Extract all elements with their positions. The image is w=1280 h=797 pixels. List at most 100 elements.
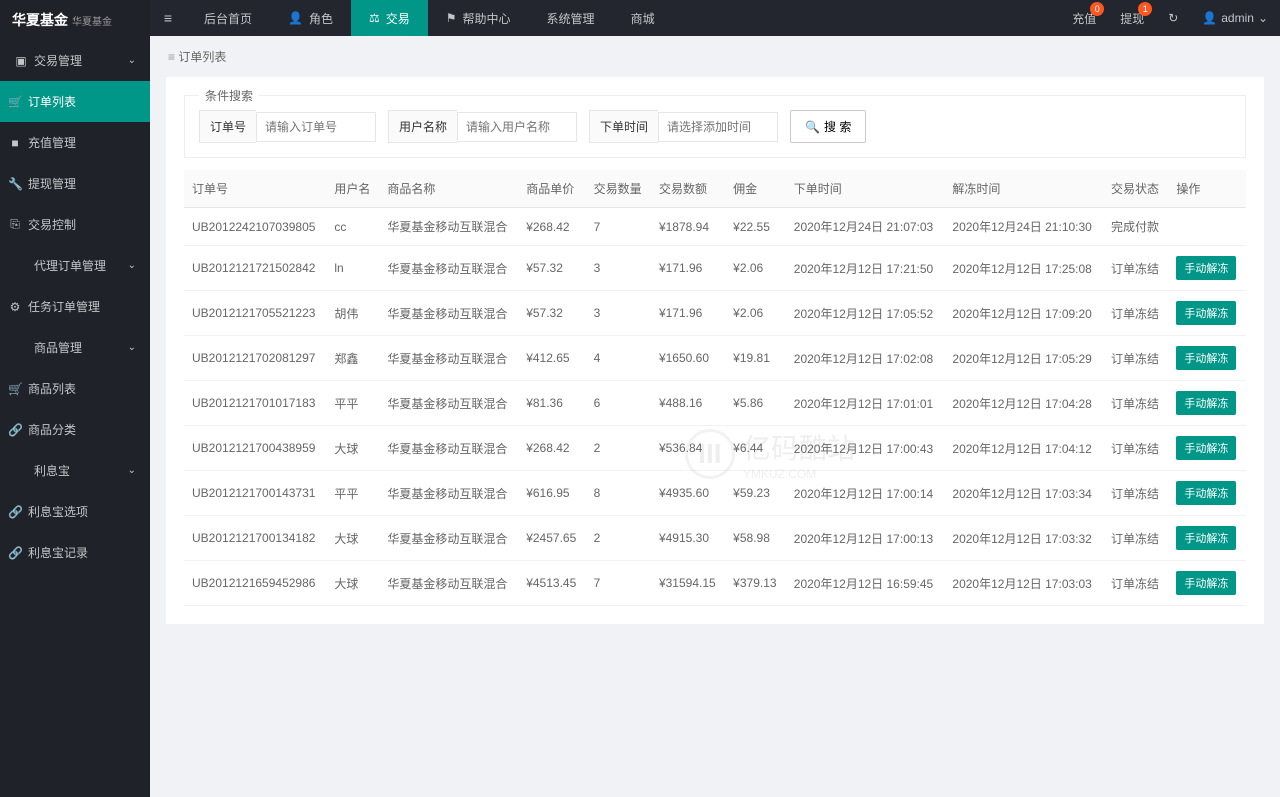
- table-cell: 2020年12月12日 17:03:03: [944, 561, 1103, 606]
- sidebar-item[interactable]: 🛒商品列表: [0, 368, 150, 409]
- recharge-badge: 0: [1090, 2, 1104, 16]
- sidebar-item[interactable]: ⎘交易控制: [0, 204, 150, 245]
- sidebar-item[interactable]: 代理订单管理⌄: [0, 245, 150, 286]
- nav-label: 交易: [386, 10, 410, 27]
- table-header: 用户名: [326, 170, 379, 208]
- table-cell: 2020年12月12日 17:00:13: [786, 516, 945, 561]
- table-cell: 2020年12月12日 17:02:08: [786, 336, 945, 381]
- table-cell: 华夏基金移动互联混合: [379, 516, 518, 561]
- search-btn-label: 搜 索: [824, 118, 851, 135]
- unfreeze-button[interactable]: 手动解冻: [1176, 346, 1236, 370]
- menu-icon: 🔗: [8, 423, 22, 437]
- table-cell: ¥1650.60: [651, 336, 725, 381]
- table-cell: UB2012121700134182: [184, 516, 326, 561]
- recharge-link[interactable]: 充值 0: [1060, 0, 1108, 36]
- table-cell: 华夏基金移动互联混合: [379, 291, 518, 336]
- withdraw-link[interactable]: 提现 1: [1108, 0, 1156, 36]
- table-header: 下单时间: [786, 170, 945, 208]
- sidebar-item[interactable]: 🔗利息宝记录: [0, 532, 150, 573]
- nav-label: 帮助中心: [463, 10, 511, 27]
- table-cell: 3: [586, 246, 651, 291]
- table-cell-action: 手动解冻: [1168, 246, 1246, 291]
- sidebar-item[interactable]: 🔗利息宝选项: [0, 491, 150, 532]
- sidebar-item[interactable]: 🛒订单列表: [0, 81, 150, 122]
- username-input[interactable]: [457, 112, 577, 142]
- table-cell: 华夏基金移动互联混合: [379, 426, 518, 471]
- order-id-input[interactable]: [256, 112, 376, 142]
- sidebar-item-label: 商品列表: [28, 380, 76, 397]
- table-cell: UB2012121700438959: [184, 426, 326, 471]
- user-menu[interactable]: 👤 admin ⌄: [1190, 0, 1280, 36]
- unfreeze-button[interactable]: 手动解冻: [1176, 391, 1236, 415]
- chevron-down-icon: ⌄: [1258, 11, 1268, 25]
- table-header: 商品名称: [379, 170, 518, 208]
- sidebar-item[interactable]: 🔗 商品分类: [0, 409, 150, 450]
- table-cell: ¥6.44: [725, 426, 786, 471]
- table-cell: 2020年12月12日 17:05:29: [944, 336, 1103, 381]
- sidebar-item[interactable]: 商品管理⌄: [0, 327, 150, 368]
- table-cell: 订单冻结: [1103, 246, 1168, 291]
- table-cell: ¥268.42: [518, 208, 585, 246]
- sidebar-item[interactable]: ■充值管理: [0, 122, 150, 163]
- table-cell: 订单冻结: [1103, 381, 1168, 426]
- table-cell-action: [1168, 208, 1246, 246]
- menu-icon: ■: [8, 136, 22, 150]
- table-row: UB2012121700438959大球华夏基金移动互联混合¥268.422¥5…: [184, 426, 1246, 471]
- table-cell: ln: [326, 246, 379, 291]
- sidebar-item-label: 商品分类: [28, 421, 76, 438]
- sidebar-item[interactable]: 🔧提现管理: [0, 163, 150, 204]
- topbar: ≡ 后台首页👤角色⚖交易⚑帮助中心系统管理 商城 充值 0 提现 1 ↻ 👤 ad…: [150, 0, 1280, 36]
- menu-icon: ⎘: [8, 217, 22, 232]
- table-cell: 订单冻结: [1103, 291, 1168, 336]
- table-cell: 完成付款: [1103, 208, 1168, 246]
- table-cell: ¥58.98: [725, 516, 786, 561]
- table-cell: ¥2457.65: [518, 516, 585, 561]
- table-row: UB2012121701017183平平华夏基金移动互联混合¥81.366¥48…: [184, 381, 1246, 426]
- sidebar-item[interactable]: ▣交易管理⌄: [0, 40, 150, 81]
- nav-label: 商城: [631, 10, 655, 27]
- table-cell: 2020年12月12日 17:05:52: [786, 291, 945, 336]
- unfreeze-button[interactable]: 手动解冻: [1176, 256, 1236, 280]
- chevron-down-icon: ⌄: [128, 465, 136, 476]
- nav-label: 角色: [309, 10, 333, 27]
- table-header: 操作: [1168, 170, 1246, 208]
- table-cell: ¥2.06: [725, 246, 786, 291]
- unfreeze-button[interactable]: 手动解冻: [1176, 481, 1236, 505]
- brand-sub: 华夏基金: [72, 13, 112, 28]
- top-nav-item[interactable]: ⚖交易: [351, 0, 428, 36]
- menu-icon: 🔧: [8, 177, 22, 191]
- unfreeze-button[interactable]: 手动解冻: [1176, 436, 1236, 460]
- search-button[interactable]: 🔍 搜 索: [790, 110, 866, 143]
- unfreeze-button[interactable]: 手动解冻: [1176, 571, 1236, 595]
- table-cell: 大球: [326, 426, 379, 471]
- unfreeze-button[interactable]: 手动解冻: [1176, 526, 1236, 550]
- top-nav-item[interactable]: 系统管理: [529, 0, 613, 36]
- top-nav-item[interactable]: 商城: [613, 0, 673, 36]
- refresh-icon[interactable]: ↻: [1156, 0, 1190, 36]
- menu-toggle-icon[interactable]: ≡: [150, 10, 186, 26]
- top-nav-item[interactable]: 后台首页: [186, 0, 270, 36]
- sidebar-item[interactable]: ⚙任务订单管理: [0, 286, 150, 327]
- table-cell: 2020年12月12日 17:03:34: [944, 471, 1103, 516]
- table-cell: 订单冻结: [1103, 516, 1168, 561]
- table-cell-action: 手动解冻: [1168, 561, 1246, 606]
- table-cell: 2020年12月12日 17:25:08: [944, 246, 1103, 291]
- table-cell: 2: [586, 426, 651, 471]
- top-nav-item[interactable]: ⚑帮助中心: [428, 0, 529, 36]
- table-cell-action: 手动解冻: [1168, 516, 1246, 561]
- table-cell: 平平: [326, 381, 379, 426]
- table-cell: 2020年12月12日 17:01:01: [786, 381, 945, 426]
- sidebar: 华夏基金 华夏基金 ▣交易管理⌄🛒订单列表■充值管理🔧提现管理⎘交易控制代理订单…: [0, 0, 150, 797]
- sidebar-item[interactable]: 利息宝⌄: [0, 450, 150, 491]
- time-input[interactable]: [658, 112, 778, 142]
- table-cell: UB2012121721502842: [184, 246, 326, 291]
- table-cell: ¥81.36: [518, 381, 585, 426]
- unfreeze-button[interactable]: 手动解冻: [1176, 301, 1236, 325]
- table-header: 交易状态: [1103, 170, 1168, 208]
- table-row: UB2012121702081297郑鑫华夏基金移动互联混合¥412.654¥1…: [184, 336, 1246, 381]
- table-cell: 8: [586, 471, 651, 516]
- table-cell: ¥171.96: [651, 291, 725, 336]
- search-icon: 🔍: [805, 120, 820, 134]
- table-cell: 胡伟: [326, 291, 379, 336]
- top-nav-item[interactable]: 👤角色: [270, 0, 351, 36]
